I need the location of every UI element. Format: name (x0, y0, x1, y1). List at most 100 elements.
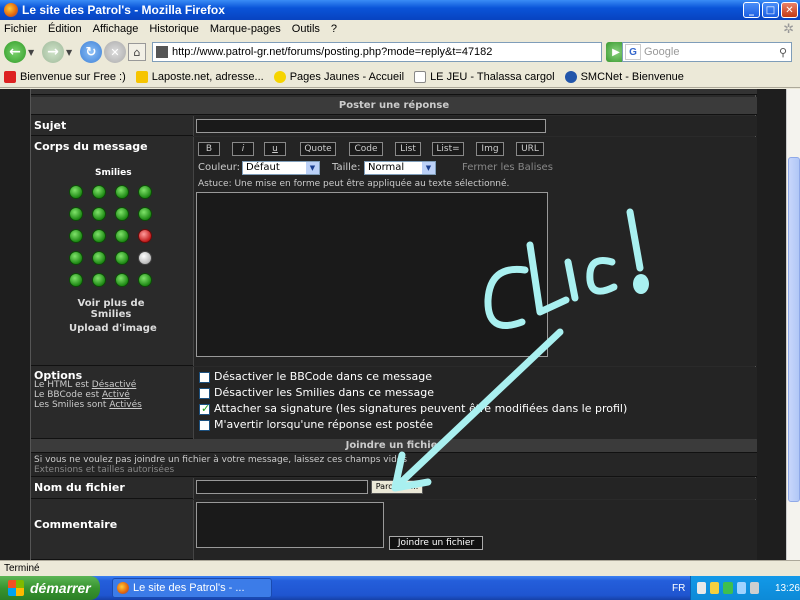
url-button[interactable]: URL (516, 142, 544, 156)
smiley-happy-icon[interactable] (92, 185, 106, 199)
forward-dropdown-icon[interactable]: ▼ (66, 48, 76, 57)
size-select[interactable]: Normal ▼ (364, 161, 436, 175)
reload-button[interactable]: ↻ (80, 41, 102, 63)
message-textarea[interactable] (196, 192, 548, 357)
smiley-tongue-icon[interactable] (92, 251, 106, 265)
img-button[interactable]: Img (476, 142, 504, 156)
bookmark-le-jeu[interactable]: LE JEU - Thalassa cargol (414, 70, 555, 83)
attach-extensions-link[interactable]: Extensions et tailles autorisées (34, 465, 174, 475)
bookmark-free[interactable]: Bienvenue sur Free :) (4, 70, 126, 83)
bookmark-pages-jaunes[interactable]: Pages Jaunes - Accueil (273, 70, 404, 83)
taskbar-firefox-window[interactable]: Le site des Patrol's - ... (112, 578, 272, 598)
list-numbered-button[interactable]: List= (432, 142, 464, 156)
subject-row: Sujet (31, 116, 757, 136)
language-indicator[interactable]: FR (672, 583, 685, 594)
smiley-idea-icon[interactable] (69, 207, 83, 221)
close-button[interactable]: ✕ (781, 2, 798, 18)
start-label: démarrer (30, 580, 91, 596)
history-dropdown-icon[interactable]: ▼ (28, 48, 38, 57)
menu-edition[interactable]: Édition (48, 23, 82, 35)
disable-smilies-checkbox[interactable] (199, 388, 210, 399)
smiley-grin-icon[interactable] (115, 207, 129, 221)
antivirus-icon[interactable] (723, 582, 733, 594)
list-button[interactable]: List (395, 142, 421, 156)
close-tags-link[interactable]: Fermer les Balises (462, 162, 553, 173)
italic-button[interactable]: i (232, 142, 254, 156)
menu-outils[interactable]: Outils (292, 23, 320, 35)
google-icon[interactable]: G (625, 44, 641, 60)
url-bar[interactable]: http://www.patrol-gr.net/forums/posting.… (152, 42, 602, 62)
smiley-exclaim-icon[interactable] (115, 185, 129, 199)
html-status-link[interactable]: Désactivé (92, 380, 137, 390)
comment-textarea[interactable] (196, 502, 384, 548)
filename-cell: Parcourir... (193, 478, 757, 499)
smiley-arrow-down-icon[interactable] (69, 185, 83, 199)
minimize-button[interactable]: _ (743, 2, 760, 18)
upload-image-link[interactable]: Upload d'image (69, 323, 157, 334)
search-box[interactable]: G Google ⚲ (622, 42, 792, 62)
network-icon[interactable] (697, 582, 707, 594)
smiley-evil-icon[interactable] (92, 273, 106, 287)
volume-icon[interactable] (749, 582, 759, 594)
free-icon (4, 70, 16, 83)
code-button[interactable]: Code (349, 142, 383, 156)
shield-icon[interactable] (710, 582, 720, 594)
start-button[interactable]: démarrer (0, 576, 100, 600)
smiley-cool-icon[interactable] (138, 207, 152, 221)
attach-file-button[interactable]: Joindre un fichier (389, 536, 483, 550)
attach-signature-label: Attacher sa signature (les signatures pe… (214, 402, 628, 415)
smiley-sad-icon[interactable] (69, 251, 83, 265)
more-smilies-link[interactable]: Voir plus de Smilies (71, 298, 151, 320)
smiley-question-icon[interactable] (69, 229, 83, 243)
windows-taskbar: démarrer Le site des Patrol's - ... FR 1… (0, 576, 800, 600)
color-select[interactable]: Défaut ▼ (242, 161, 320, 175)
menu-marque-pages[interactable]: Marque-pages (210, 23, 281, 35)
menu-affichage[interactable]: Affichage (93, 23, 139, 35)
menu-help[interactable]: ? (331, 23, 337, 35)
back-button[interactable]: ← (4, 41, 26, 63)
comment-cell: Joindre un fichier (193, 500, 757, 560)
subject-input[interactable] (196, 119, 546, 133)
attach-signature-checkbox[interactable] (199, 402, 210, 415)
bbcode-status-link[interactable]: Activé (102, 390, 130, 400)
maximize-button[interactable]: □ (762, 2, 779, 18)
quote-button[interactable]: Quote (300, 142, 336, 156)
system-tray: 13:26 (690, 576, 800, 600)
smilies-title: Smilies (95, 168, 132, 178)
bookmark-laposte[interactable]: Laposte.net, adresse... (135, 70, 264, 83)
bookmark-smcnet[interactable]: SMCNet - Bienvenue (564, 70, 684, 83)
menu-bar: Fichier Édition Affichage Historique Mar… (0, 20, 800, 38)
stop-button[interactable]: ✕ (104, 41, 126, 63)
status-bar: Terminé (0, 560, 800, 576)
smiley-eyes-icon[interactable] (138, 251, 152, 265)
display-icon[interactable] (736, 582, 746, 594)
page-scrollbar[interactable] (786, 89, 800, 560)
smiley-arrow-up-icon[interactable] (115, 273, 129, 287)
smiley-neutral-icon[interactable] (115, 251, 129, 265)
filename-input[interactable] (196, 480, 368, 494)
smiley-mad-icon[interactable] (138, 229, 152, 243)
underline-button[interactable]: u (264, 142, 286, 156)
browse-button[interactable]: Parcourir... (371, 480, 423, 494)
smilies-status-link[interactable]: Activés (109, 400, 142, 410)
menu-fichier[interactable]: Fichier (4, 23, 37, 35)
page-content: Poster une réponse Sujet Corps du messag… (0, 89, 786, 560)
menu-historique[interactable]: Historique (149, 23, 199, 35)
smiley-cry-icon[interactable] (69, 273, 83, 287)
home-button[interactable]: ⌂ (128, 43, 146, 61)
smiley-big-grin-icon[interactable] (138, 273, 152, 287)
firefox-icon (4, 3, 18, 17)
forward-button[interactable]: → (42, 41, 64, 63)
smiley-smile-icon[interactable] (92, 229, 106, 243)
smiley-laugh-icon[interactable] (92, 207, 106, 221)
notify-reply-checkbox[interactable] (199, 420, 210, 431)
bold-button[interactable]: B (198, 142, 220, 156)
window-title-bar[interactable]: Le site des Patrol's - Mozilla Firefox _… (0, 0, 800, 20)
search-icon[interactable]: ⚲ (779, 46, 787, 59)
attach-info-row: Si vous ne voulez pas joindre un fichier… (31, 453, 757, 477)
disable-bbcode-checkbox[interactable] (199, 372, 210, 383)
smiley-arrow-icon[interactable] (138, 185, 152, 199)
smiley-wink-icon[interactable] (115, 229, 129, 243)
scrollbar-thumb[interactable] (788, 157, 800, 502)
attach-info: Si vous ne voulez pas joindre un fichier… (34, 455, 408, 465)
